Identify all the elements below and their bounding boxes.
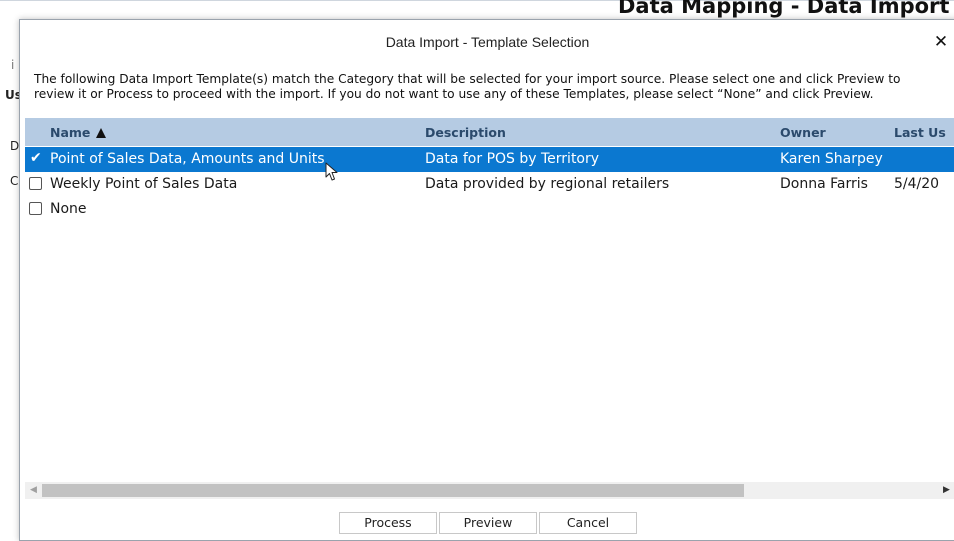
scroll-left-icon[interactable]: ◀ xyxy=(25,482,42,499)
scroll-right-icon[interactable]: ▶ xyxy=(938,482,954,499)
row-owner: Donna Farris xyxy=(780,176,868,192)
dialog-title: Data Import - Template Selection xyxy=(385,34,590,50)
sort-ascending-icon xyxy=(96,128,107,138)
checkmark-icon[interactable]: ✔ xyxy=(30,147,42,170)
row-last-used: 5/4/20 xyxy=(894,176,940,192)
process-button[interactable]: Process xyxy=(339,512,437,534)
preview-button[interactable]: Preview xyxy=(439,512,537,534)
page-title: Data Mapping - Data Import xyxy=(618,0,950,18)
background-fragment: i xyxy=(11,58,15,72)
grid-header: Name Description Owner Last Us xyxy=(25,118,954,146)
column-header-name[interactable]: Name xyxy=(50,118,107,146)
template-grid: Name Description Owner Last Us ✔ Point o… xyxy=(25,118,954,481)
row-name: Point of Sales Data, Amounts and Units xyxy=(50,151,325,167)
column-header-last-used[interactable]: Last Us xyxy=(894,118,946,146)
background-fragment: D xyxy=(10,139,20,153)
row-owner: Karen Sharpey xyxy=(780,151,883,167)
dialog-footer: Process Preview Cancel xyxy=(20,512,954,536)
column-header-description[interactable]: Description xyxy=(425,118,506,146)
row-name: None xyxy=(50,201,87,217)
mouse-pointer-icon xyxy=(325,162,338,181)
column-header-owner[interactable]: Owner xyxy=(780,118,826,146)
column-header-name-label: Name xyxy=(50,125,91,140)
dialog-description: The following Data Import Template(s) ma… xyxy=(34,72,901,101)
table-row[interactable]: None xyxy=(25,197,954,222)
table-row[interactable]: ✔ Point of Sales Data, Amounts and Units… xyxy=(25,147,954,172)
row-description: Data for POS by Territory xyxy=(425,151,600,167)
cancel-button[interactable]: Cancel xyxy=(539,512,637,534)
row-checkbox[interactable] xyxy=(29,202,42,215)
template-selection-dialog: Data Import - Template Selection ✕ The f… xyxy=(19,19,954,541)
close-icon[interactable]: ✕ xyxy=(932,33,950,51)
table-row[interactable]: Weekly Point of Sales Data Data provided… xyxy=(25,172,954,197)
row-name: Weekly Point of Sales Data xyxy=(50,176,238,192)
horizontal-scrollbar[interactable]: ◀ ▶ xyxy=(25,482,954,499)
scrollbar-thumb[interactable] xyxy=(42,484,744,497)
background-fragment: C xyxy=(10,174,19,188)
row-description: Data provided by regional retailers xyxy=(425,176,670,192)
row-checkbox[interactable] xyxy=(29,177,42,190)
